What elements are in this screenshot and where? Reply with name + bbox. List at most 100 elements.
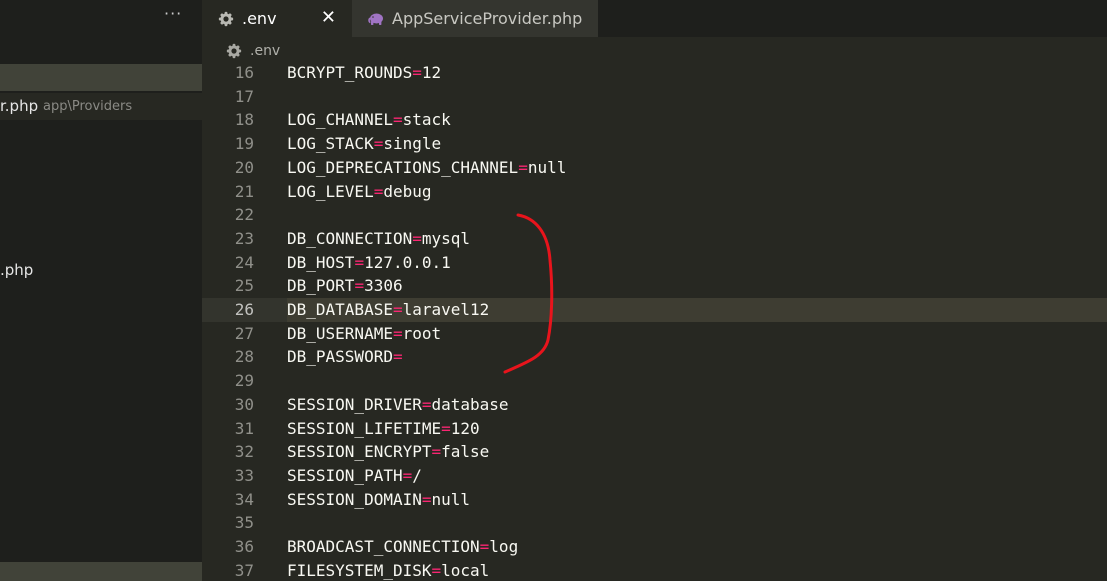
env-key: SESSION_DOMAIN [287,489,422,509]
tab-bar: .env ✕ AppServiceProvider.php [202,0,1107,37]
env-value: false [441,442,490,462]
code-text: DB_PORT=3306 [287,274,403,298]
equals-sign: = [431,442,442,462]
code-text: SESSION_LIFETIME=120 [287,417,480,441]
equals-sign: = [392,300,403,319]
code-text: FILESYSTEM_DISK=local [287,559,489,581]
code-text: DB_HOST=127.0.0.1 [287,251,451,275]
line-number: 27 [234,323,254,343]
env-value: null [431,489,471,509]
explorer-file-item[interactable]: .php [0,261,33,279]
equals-sign: = [412,228,422,248]
env-value: 127.0.0.1 [364,252,451,272]
env-value: 12 [421,63,442,82]
code-line[interactable]: 29 [202,369,1107,393]
line-number: 29 [234,371,254,391]
line-number: 18 [234,110,254,130]
line-number: 30 [234,394,254,414]
env-key: DB_PASSWORD [287,347,393,367]
code-line[interactable]: 22 [202,203,1107,227]
line-number: 35 [234,513,254,533]
code-text: LOG_DEPRECATIONS_CHANNEL=null [287,156,566,180]
equals-sign: = [402,465,413,485]
code-line[interactable]: 33 SESSION_PATH=/ [202,464,1107,488]
env-key: SESSION_LIFETIME [287,418,442,438]
code-line[interactable]: 30 SESSION_DRIVER=database [202,393,1107,417]
env-value: laravel12 [402,300,490,319]
env-key: DB_PORT [287,276,355,296]
env-key: BCRYPT_ROUNDS [287,63,413,82]
code-line[interactable]: 26 DB_DATABASE=laravel12 [202,298,1107,322]
env-key: LOG_LEVEL [287,181,374,201]
code-line[interactable]: 17 [202,85,1107,109]
env-value: 120 [450,418,480,438]
env-value: mysql [421,228,471,248]
code-text: BROADCAST_CONNECTION=log [287,535,518,559]
equals-sign: = [354,276,365,296]
sidebar-section-band [0,37,202,64]
env-value: database [431,394,509,414]
code-line[interactable]: 34 SESSION_DOMAIN=null [202,488,1107,512]
code-line[interactable]: 24 DB_HOST=127.0.0.1 [202,251,1107,275]
sidebar-section-header[interactable] [0,64,202,91]
line-number: 31 [234,418,254,438]
code-text: BCRYPT_ROUNDS=12 [287,61,441,85]
code-editor[interactable]: 16 BCRYPT_ROUNDS=12 17 18 LOG_CHANNEL=stack 1… [202,61,1107,581]
env-value: root [402,323,442,343]
close-icon[interactable]: ✕ [321,8,336,28]
line-number: 16 [234,63,254,82]
code-line[interactable]: 16 BCRYPT_ROUNDS=12 [202,61,1107,85]
line-number: 21 [234,181,254,201]
tab-appserviceprovider[interactable]: AppServiceProvider.php [352,0,598,37]
code-line[interactable]: 18 LOG_CHANNEL=stack [202,108,1107,132]
code-line[interactable]: 27 DB_USERNAME=root [202,322,1107,346]
equals-sign: = [441,418,451,438]
tab-env-label: .env [242,9,277,28]
env-key: FILESYSTEM_DISK [287,560,432,580]
env-key: SESSION_PATH [287,465,403,485]
tab-env[interactable]: .env ✕ [202,0,352,37]
code-text: DB_PASSWORD= [287,345,403,369]
code-line[interactable]: 31 SESSION_LIFETIME=120 [202,417,1107,441]
code-line[interactable]: 32 SESSION_ENCRYPT=false [202,440,1107,464]
env-value: 3306 [364,276,403,296]
line-number: 24 [234,252,254,272]
code-line[interactable]: 28 DB_PASSWORD= [202,345,1107,369]
code-text: DB_CONNECTION=mysql [287,227,470,251]
more-actions-icon[interactable]: ··· [164,4,182,23]
equals-sign: = [412,63,422,82]
open-editor-path: app\Providers [43,99,133,114]
code-line[interactable]: 37 FILESYSTEM_DISK=local [202,559,1107,581]
line-number: 22 [234,205,254,225]
code-line[interactable]: 20 LOG_DEPRECATIONS_CHANNEL=null [202,156,1107,180]
open-editor-item[interactable]: r.php app\Providers [0,93,202,120]
env-value: single [383,134,442,154]
code-text: LOG_STACK=single [287,132,441,156]
code-text: SESSION_PATH=/ [287,464,422,488]
env-value: stack [402,110,451,130]
line-number: 34 [234,489,254,509]
env-value: debug [383,181,432,201]
line-number: 37 [234,560,254,580]
code-line[interactable]: 21 LOG_LEVEL=debug [202,180,1107,204]
code-text: LOG_CHANNEL=stack [287,108,451,132]
code-line[interactable]: 23 DB_CONNECTION=mysql [202,227,1107,251]
env-key: SESSION_DRIVER [287,394,422,414]
line-number: 23 [234,228,254,248]
code-text: DB_DATABASE=laravel12 [287,298,489,322]
line-number: 32 [234,442,254,462]
env-key: DB_HOST [287,252,355,272]
code-line[interactable]: 25 DB_PORT=3306 [202,274,1107,298]
code-line[interactable]: 19 LOG_STACK=single [202,132,1107,156]
line-number: 33 [234,465,254,485]
line-number: 20 [234,157,254,177]
editor-window: ··· r.php app\Providers .php .env ✕ AppS… [0,0,1107,581]
code-line[interactable]: 35 [202,511,1107,535]
sidebar-bottom-section[interactable] [0,562,202,581]
php-elephant-icon [368,13,383,25]
breadcrumb-file[interactable]: .env [250,43,280,59]
code-text: DB_USERNAME=root [287,322,441,346]
gear-icon [218,11,234,26]
tab-appserviceprovider-label: AppServiceProvider.php [392,9,583,28]
code-line[interactable]: 36 BROADCAST_CONNECTION=log [202,535,1107,559]
